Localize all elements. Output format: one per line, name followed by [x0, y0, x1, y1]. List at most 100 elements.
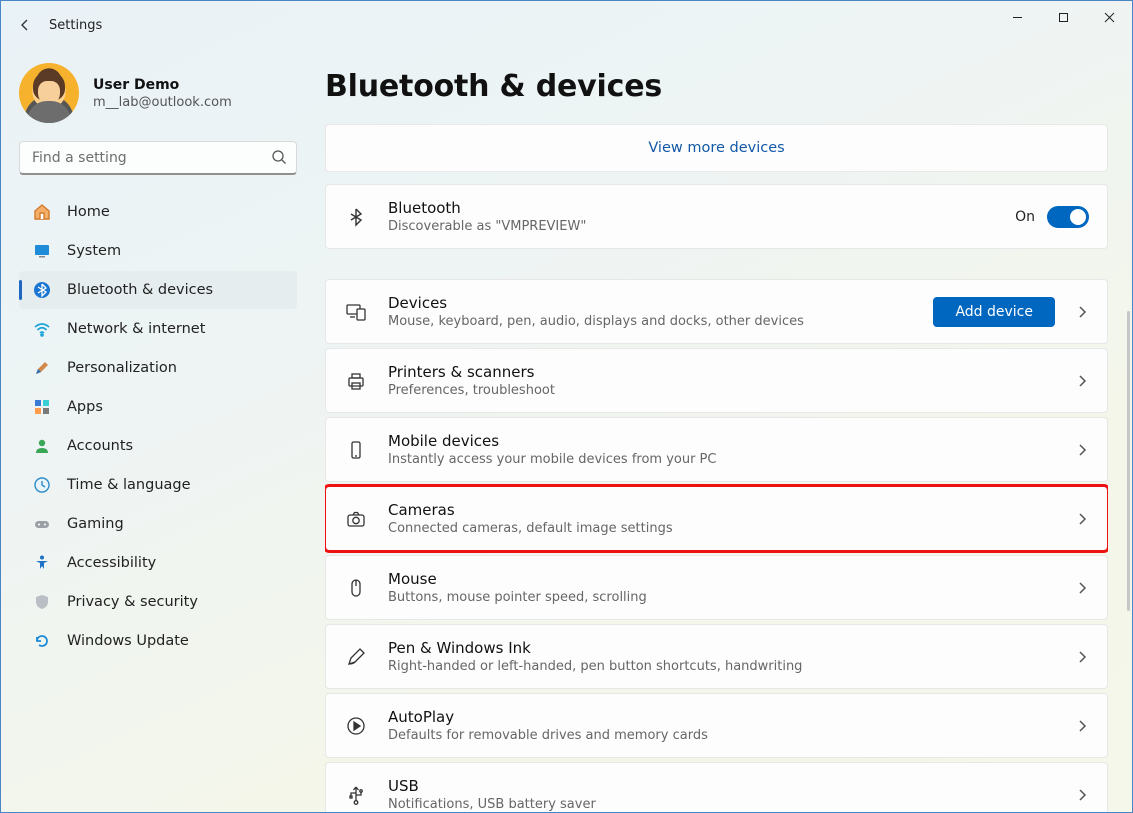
- sidebar-item-apps[interactable]: Apps: [19, 388, 297, 426]
- card-title: Mobile devices: [388, 432, 1065, 450]
- bluetooth-subtitle: Discoverable as "VMPREVIEW": [388, 219, 1015, 234]
- view-more-devices-link[interactable]: View more devices: [325, 124, 1108, 172]
- profile-block[interactable]: User Demo m__lab@outlook.com: [19, 63, 297, 123]
- page-title: Bluetooth & devices: [325, 69, 1108, 104]
- chevron-right-icon: [1075, 512, 1089, 526]
- add-device-button[interactable]: Add device: [933, 297, 1055, 327]
- card-usb[interactable]: USB Notifications, USB battery saver: [325, 762, 1108, 812]
- card-subtitle: Notifications, USB battery saver: [388, 797, 1065, 812]
- sidebar-item-time-language[interactable]: Time & language: [19, 466, 297, 504]
- chevron-right-icon: [1075, 650, 1089, 664]
- sidebar-item-label: Network & internet: [67, 321, 205, 337]
- home-icon: [33, 203, 51, 221]
- sidebar-item-label: Gaming: [67, 516, 124, 532]
- sidebar-item-label: Apps: [67, 399, 103, 415]
- card-title: USB: [388, 777, 1065, 795]
- sidebar-item-label: Bluetooth & devices: [67, 282, 213, 298]
- apps-icon: [33, 398, 51, 416]
- sidebar-item-label: Home: [67, 204, 110, 220]
- profile-email: m__lab@outlook.com: [93, 95, 232, 110]
- sidebar-item-personalization[interactable]: Personalization: [19, 349, 297, 387]
- card-subtitle: Defaults for removable drives and memory…: [388, 728, 1065, 743]
- minimize-icon: [1012, 12, 1023, 23]
- card-title: Pen & Windows Ink: [388, 639, 1065, 657]
- chevron-right-icon: [1075, 788, 1089, 802]
- sidebar-item-label: Windows Update: [67, 633, 189, 649]
- camera-icon: [344, 508, 368, 530]
- sidebar-item-system[interactable]: System: [19, 232, 297, 270]
- card-printers-scanners[interactable]: Printers & scanners Preferences, trouble…: [325, 348, 1108, 413]
- bluetooth-icon: [33, 281, 51, 299]
- gamepad-icon: [33, 515, 51, 533]
- card-subtitle: Buttons, mouse pointer speed, scrolling: [388, 590, 1065, 605]
- app-title: Settings: [49, 18, 102, 33]
- main-content: Bluetooth & devices View more devices Bl…: [311, 49, 1132, 812]
- sidebar-item-accessibility[interactable]: Accessibility: [19, 544, 297, 582]
- card-mobile-devices[interactable]: Mobile devices Instantly access your mob…: [325, 417, 1108, 482]
- scrollbar[interactable]: [1127, 311, 1130, 611]
- search-box[interactable]: [19, 141, 297, 175]
- sidebar-item-label: Time & language: [67, 477, 191, 493]
- sidebar-item-windows-update[interactable]: Windows Update: [19, 622, 297, 660]
- search-input[interactable]: [19, 141, 297, 175]
- autoplay-icon: [344, 715, 368, 737]
- sidebar-item-label: Accessibility: [67, 555, 156, 571]
- devices-icon: [344, 301, 368, 323]
- sidebar-item-network[interactable]: Network & internet: [19, 310, 297, 348]
- close-button[interactable]: [1086, 1, 1132, 33]
- bluetooth-toggle-card: Bluetooth Discoverable as "VMPREVIEW" On: [325, 184, 1108, 249]
- mouse-icon: [344, 577, 368, 599]
- avatar: [19, 63, 79, 123]
- sidebar-item-privacy-security[interactable]: Privacy & security: [19, 583, 297, 621]
- sidebar-item-label: System: [67, 243, 121, 259]
- window-controls: [994, 1, 1132, 33]
- sidebar-nav: Home System Bluetooth & devices Network …: [19, 193, 297, 660]
- maximize-button[interactable]: [1040, 1, 1086, 33]
- person-icon: [33, 437, 51, 455]
- sidebar-item-gaming[interactable]: Gaming: [19, 505, 297, 543]
- pen-icon: [344, 646, 368, 668]
- card-pen-windows-ink[interactable]: Pen & Windows Ink Right-handed or left-h…: [325, 624, 1108, 689]
- chevron-right-icon: [1075, 305, 1089, 319]
- bluetooth-title: Bluetooth: [388, 199, 1015, 217]
- brush-icon: [33, 359, 51, 377]
- titlebar: Settings: [1, 1, 1132, 49]
- sidebar-item-bluetooth-devices[interactable]: Bluetooth & devices: [19, 271, 297, 309]
- card-title: AutoPlay: [388, 708, 1065, 726]
- card-title: Cameras: [388, 501, 1065, 519]
- chevron-right-icon: [1075, 581, 1089, 595]
- profile-name: User Demo: [93, 77, 232, 93]
- sidebar-item-accounts[interactable]: Accounts: [19, 427, 297, 465]
- card-title: Mouse: [388, 570, 1065, 588]
- wifi-icon: [33, 320, 51, 338]
- clock-icon: [33, 476, 51, 494]
- sidebar-item-label: Personalization: [67, 360, 177, 376]
- card-subtitle: Connected cameras, default image setting…: [388, 521, 1065, 536]
- card-autoplay[interactable]: AutoPlay Defaults for removable drives a…: [325, 693, 1108, 758]
- bluetooth-toggle[interactable]: [1047, 206, 1089, 228]
- system-icon: [33, 242, 51, 260]
- maximize-icon: [1058, 12, 1069, 23]
- minimize-button[interactable]: [994, 1, 1040, 33]
- sidebar-item-label: Accounts: [67, 438, 133, 454]
- back-arrow-icon: [17, 17, 33, 33]
- sidebar-item-home[interactable]: Home: [19, 193, 297, 231]
- card-mouse[interactable]: Mouse Buttons, mouse pointer speed, scro…: [325, 555, 1108, 620]
- shield-icon: [33, 593, 51, 611]
- usb-icon: [344, 784, 368, 806]
- card-subtitle: Preferences, troubleshoot: [388, 383, 1065, 398]
- back-button[interactable]: [5, 7, 45, 43]
- card-devices[interactable]: Devices Mouse, keyboard, pen, audio, dis…: [325, 279, 1108, 344]
- card-subtitle: Instantly access your mobile devices fro…: [388, 452, 1065, 467]
- card-subtitle: Mouse, keyboard, pen, audio, displays an…: [388, 314, 933, 329]
- printer-icon: [344, 370, 368, 392]
- sidebar-item-label: Privacy & security: [67, 594, 198, 610]
- phone-icon: [344, 439, 368, 461]
- card-title: Devices: [388, 294, 933, 312]
- card-title: Printers & scanners: [388, 363, 1065, 381]
- chevron-right-icon: [1075, 374, 1089, 388]
- bluetooth-state-label: On: [1015, 209, 1035, 225]
- close-icon: [1104, 12, 1115, 23]
- card-cameras[interactable]: Cameras Connected cameras, default image…: [325, 486, 1108, 551]
- chevron-right-icon: [1075, 443, 1089, 457]
